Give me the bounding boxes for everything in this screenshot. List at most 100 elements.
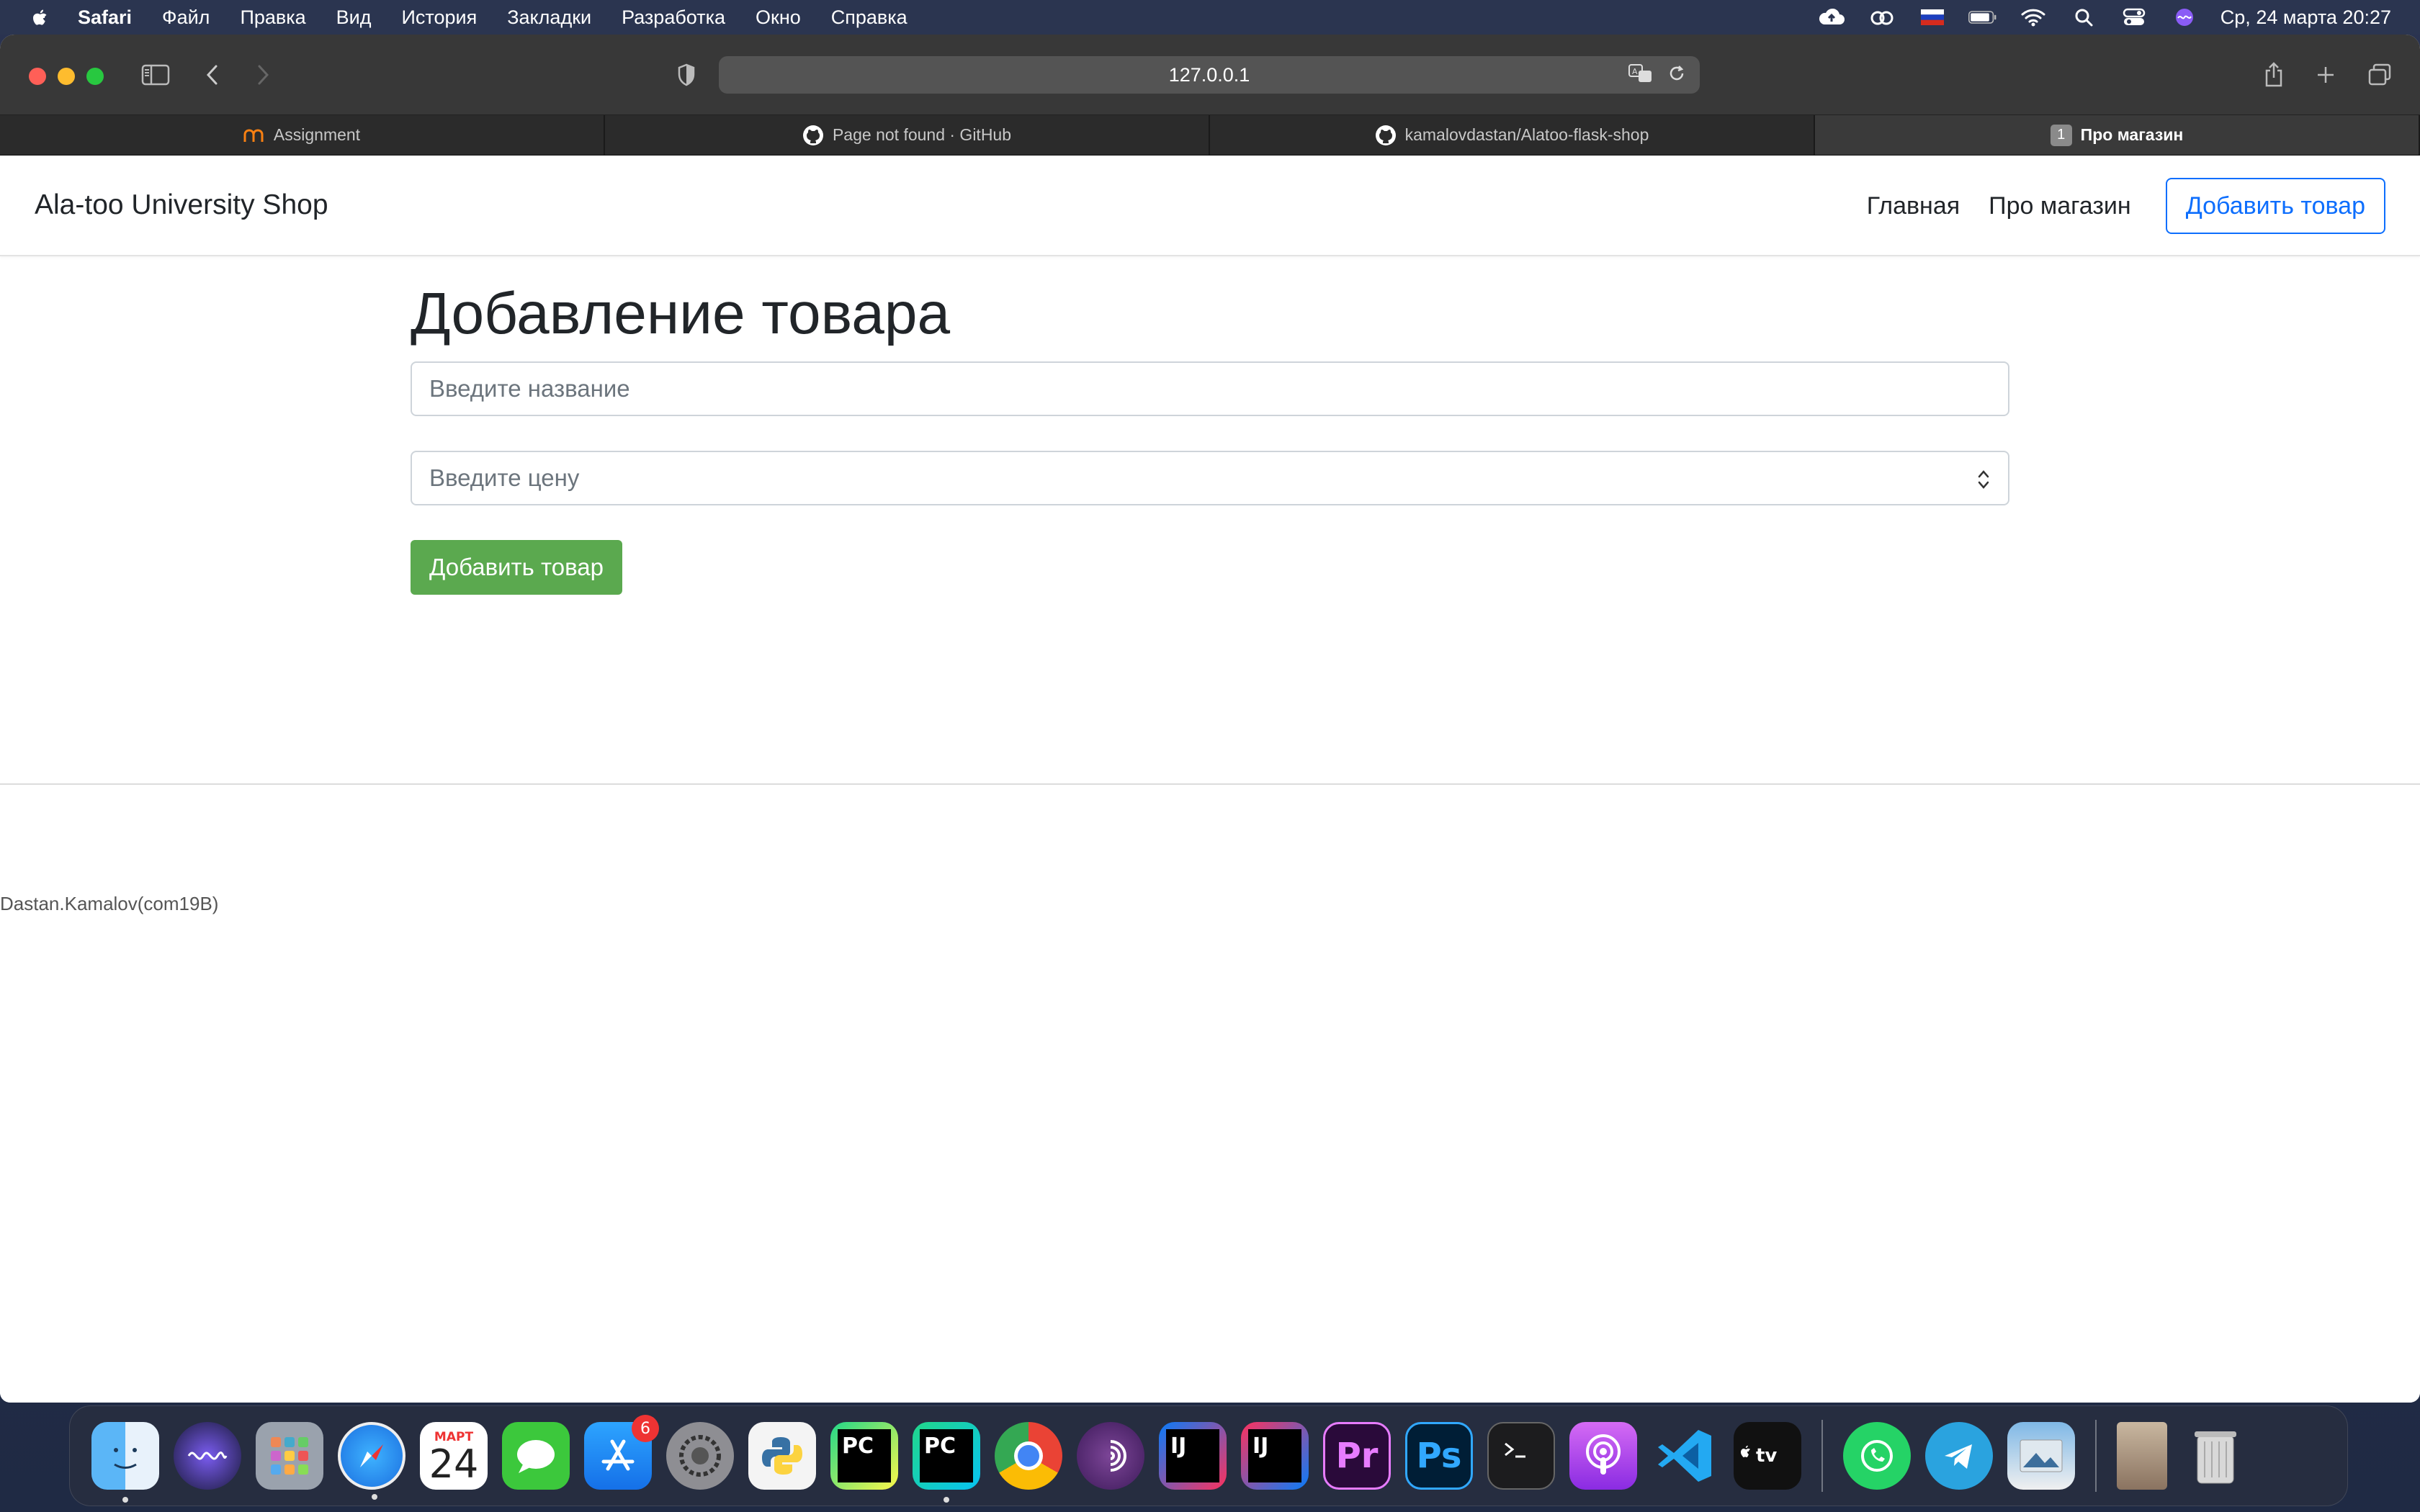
messages-app-icon[interactable] — [502, 1422, 570, 1490]
page-title: Добавление товара — [411, 281, 951, 346]
siri-icon[interactable] — [2170, 6, 2199, 28]
nav-about-link[interactable]: Про магазин — [1989, 192, 2131, 220]
calendar-day: 24 — [429, 1441, 479, 1487]
preview-icon[interactable] — [2007, 1422, 2075, 1490]
app-store-icon[interactable]: 6 — [584, 1415, 659, 1490]
tab-label: Page not found · GitHub — [832, 125, 1012, 144]
sidebar-toggle-icon[interactable] — [140, 60, 171, 89]
app-store-update-badge: 6 — [632, 1415, 659, 1442]
dock-separator — [1821, 1420, 1823, 1492]
menu-help[interactable]: Справка — [831, 6, 908, 29]
python-launcher-icon[interactable] — [748, 1422, 816, 1490]
russian-flag-icon[interactable] — [1918, 6, 1947, 28]
forward-icon[interactable] — [252, 60, 274, 89]
add-product-submit-button[interactable]: Добавить товар — [411, 540, 622, 595]
tab-github-not-found[interactable]: Page not found · GitHub — [605, 115, 1210, 155]
trash-icon[interactable] — [2182, 1422, 2249, 1490]
reload-icon[interactable] — [1667, 62, 1687, 90]
menu-window[interactable]: Окно — [756, 6, 801, 29]
tab-label: Про магазин — [2080, 125, 2184, 144]
intellij-icon[interactable]: IJ — [1241, 1422, 1309, 1490]
product-price-placeholder: Введите цену — [429, 464, 580, 491]
back-icon[interactable] — [202, 60, 223, 89]
privacy-shield-icon[interactable] — [676, 60, 697, 89]
intellij-ce-icon[interactable]: IJ — [1159, 1422, 1227, 1490]
nav-add-product-button[interactable]: Добавить товар — [2165, 178, 2385, 234]
chrome-icon[interactable] — [995, 1422, 1062, 1490]
address-bar-url: 127.0.0.1 — [1168, 63, 1250, 86]
control-center-icon[interactable] — [2120, 6, 2148, 28]
svg-text:tv: tv — [1756, 1445, 1777, 1467]
footer-author: Dastan.Kamalov(com19B) — [0, 893, 219, 914]
pycharm-icon[interactable]: PC — [913, 1422, 980, 1503]
safari-app-icon[interactable] — [338, 1422, 405, 1500]
menu-bookmarks[interactable]: Закладки — [507, 6, 591, 29]
tab-label: Assignment — [273, 125, 361, 144]
menu-develop[interactable]: Разработка — [622, 6, 725, 29]
system-preferences-icon[interactable] — [666, 1422, 734, 1490]
address-bar[interactable]: 127.0.0.1 A — [719, 56, 1700, 94]
safari-window: 127.0.0.1 A Assignment Page not found · … — [0, 35, 2420, 1403]
product-name-placeholder: Введите название — [429, 375, 630, 402]
launchpad-icon[interactable] — [256, 1422, 323, 1490]
intellij-ce-glyph: IJ — [1166, 1429, 1219, 1482]
menu-view[interactable]: Вид — [336, 6, 372, 29]
menu-app-name[interactable]: Safari — [78, 6, 132, 29]
share-icon[interactable] — [2262, 60, 2286, 89]
vscode-icon[interactable] — [1652, 1422, 1719, 1490]
pycharm-ce-glyph: PC — [838, 1429, 891, 1482]
spotlight-search-icon[interactable] — [2069, 6, 2098, 28]
downloads-stack-icon[interactable] — [2117, 1422, 2167, 1490]
svg-text:A: A — [1632, 67, 1638, 76]
product-price-input[interactable]: Введите цену — [411, 451, 2009, 505]
icloud-upload-icon[interactable] — [1817, 6, 1846, 28]
number-stepper-icon[interactable] — [1976, 467, 1991, 492]
fullscreen-window-button[interactable] — [86, 68, 104, 85]
siri-app-icon[interactable] — [174, 1422, 241, 1490]
podcasts-icon[interactable] — [1569, 1422, 1637, 1490]
creative-cloud-icon[interactable] — [1868, 6, 1896, 28]
github-icon — [1375, 125, 1397, 146]
wifi-icon[interactable] — [2019, 6, 2048, 28]
dock-separator — [2095, 1420, 2097, 1492]
nav-home-link[interactable]: Главная — [1867, 192, 1960, 220]
terminal-icon[interactable] — [1487, 1422, 1555, 1490]
apple-menu-icon[interactable] — [30, 6, 52, 28]
tab-bar: Assignment Page not found · GitHub kamal… — [0, 115, 2420, 156]
finder-icon[interactable] — [91, 1422, 159, 1503]
calendar-app-icon[interactable]: МАРТ 24 — [420, 1422, 488, 1490]
new-tab-icon[interactable] — [2313, 60, 2338, 89]
menu-edit[interactable]: Правка — [240, 6, 305, 29]
menu-file[interactable]: Файл — [162, 6, 210, 29]
menu-clock[interactable]: Ср, 24 марта 20:27 — [2220, 6, 2391, 29]
macos-menu-bar: Safari Файл Правка Вид История Закладки … — [0, 0, 2420, 35]
tab-about-shop[interactable]: 1 Про магазин — [1815, 115, 2420, 155]
macos-dock: МАРТ 24 6 PC PC IJ IJ Pr Ps tv — [69, 1405, 2348, 1506]
battery-icon[interactable] — [1968, 6, 1997, 28]
menu-history[interactable]: История — [402, 6, 478, 29]
browser-toolbar: 127.0.0.1 A — [0, 35, 2420, 115]
running-indicator — [372, 1494, 377, 1500]
footer-divider — [0, 783, 2420, 785]
translate-icon[interactable]: A — [1628, 62, 1654, 90]
pycharm-ce-icon[interactable]: PC — [830, 1422, 898, 1490]
photoshop-icon[interactable]: Ps — [1405, 1422, 1473, 1490]
tab-badge: 1 — [2050, 124, 2072, 146]
site-brand[interactable]: Ala-too University Shop — [35, 189, 328, 221]
apple-tv-icon[interactable]: tv — [1734, 1422, 1801, 1490]
product-name-input[interactable]: Введите название — [411, 361, 2009, 416]
pycharm-glyph: PC — [920, 1429, 973, 1482]
web-page: Ala-too University Shop Главная Про мага… — [0, 156, 2420, 1403]
tab-github-repo[interactable]: kamalovdastan/Alatoo-flask-shop — [1210, 115, 1815, 155]
whatsapp-icon[interactable] — [1843, 1422, 1911, 1490]
close-window-button[interactable] — [29, 68, 46, 85]
running-indicator — [122, 1497, 128, 1503]
premiere-pro-icon[interactable]: Pr — [1323, 1422, 1391, 1490]
tab-label: kamalovdastan/Alatoo-flask-shop — [1404, 125, 1649, 144]
minimize-window-button[interactable] — [58, 68, 75, 85]
telegram-icon[interactable] — [1925, 1422, 1993, 1490]
tab-assignment[interactable]: Assignment — [0, 115, 605, 155]
tor-browser-icon[interactable] — [1077, 1422, 1144, 1490]
tab-overview-icon[interactable] — [2367, 60, 2393, 89]
moodle-icon — [243, 125, 265, 146]
